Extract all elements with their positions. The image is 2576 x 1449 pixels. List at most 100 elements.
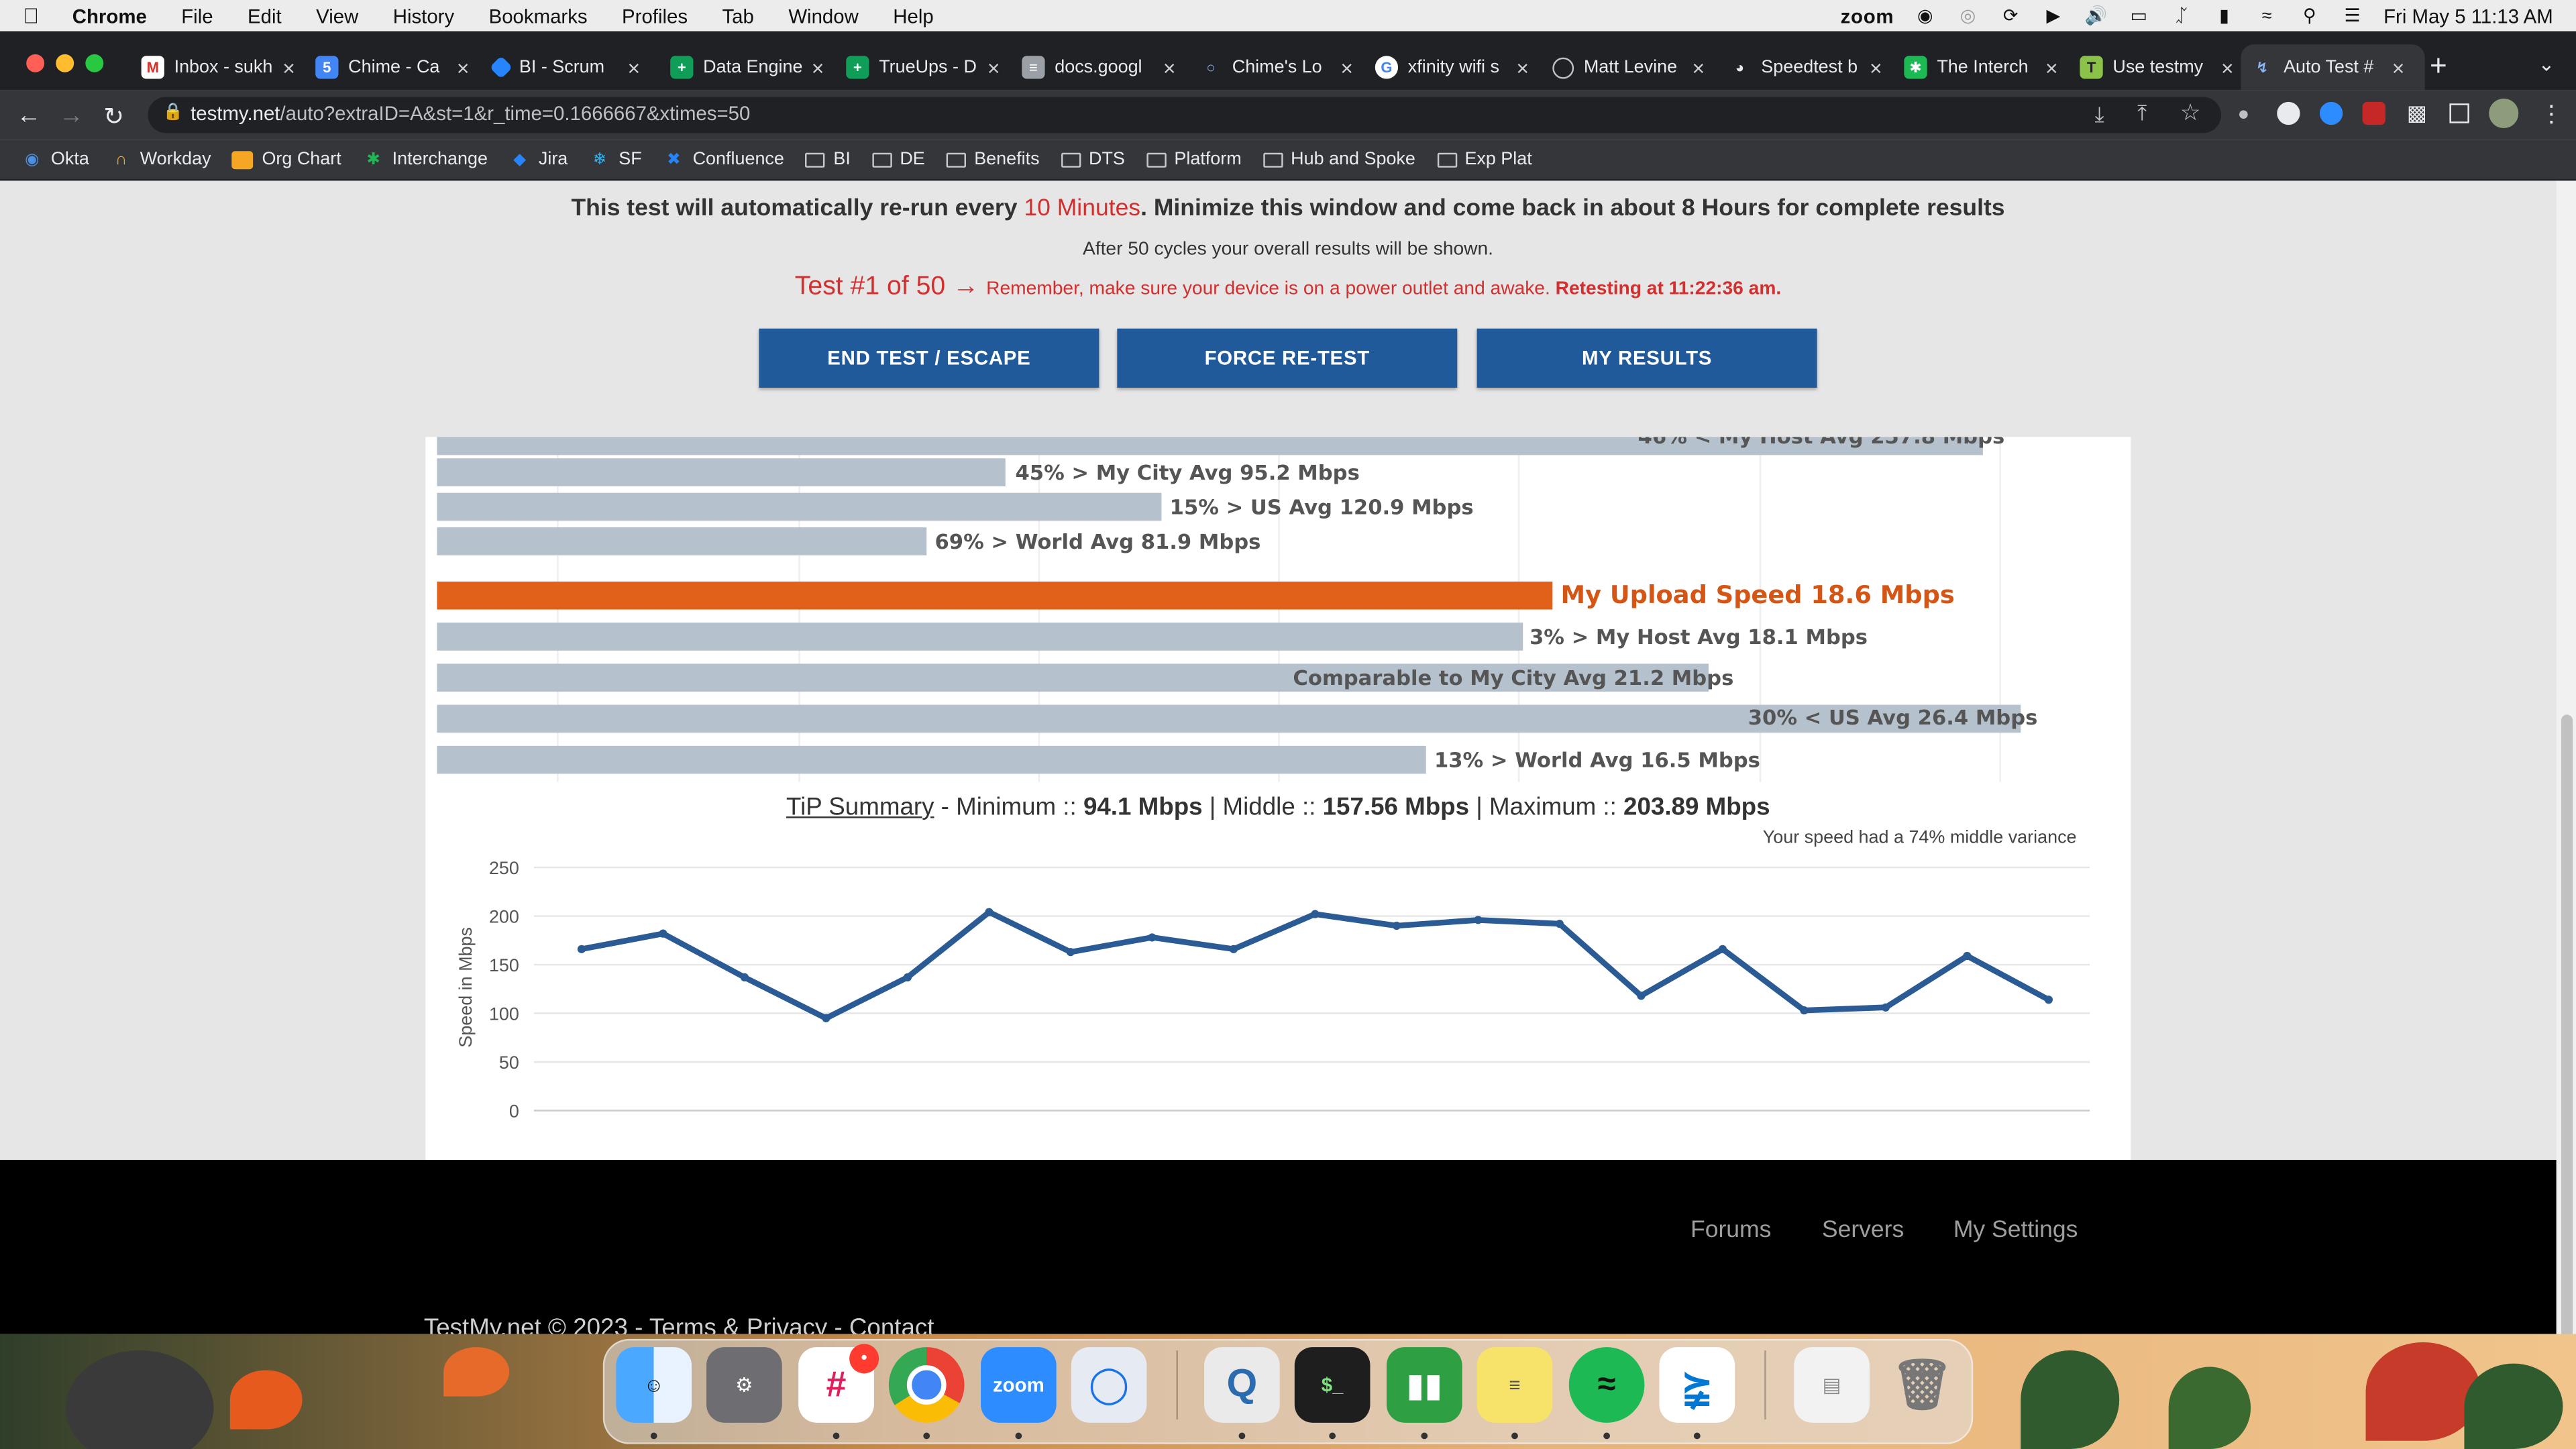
install-icon[interactable]: ⤓ bbox=[2094, 102, 2104, 128]
bookmark-confluence[interactable]: ✖ Confluence bbox=[663, 150, 784, 169]
chart-data-point[interactable] bbox=[740, 973, 749, 982]
bluetooth-icon[interactable]: ᛢ bbox=[2170, 6, 2193, 25]
quicktime-icon[interactable]: Q bbox=[1204, 1347, 1280, 1423]
chart-data-point[interactable] bbox=[1392, 921, 1401, 930]
bookmark-folder-hub-and-spoke[interactable]: Hub and Spoke bbox=[1263, 150, 1415, 169]
profile-avatar[interactable] bbox=[2489, 98, 2519, 129]
share-icon[interactable]: ⤒ bbox=[2137, 100, 2147, 126]
menu-help[interactable]: Help bbox=[893, 4, 933, 27]
chart-data-point[interactable] bbox=[659, 929, 667, 938]
bookmark-folder-dts[interactable]: DTS bbox=[1061, 150, 1125, 169]
minimize-window-button[interactable] bbox=[56, 54, 74, 72]
zoom-window-button[interactable] bbox=[85, 54, 104, 72]
tip-summary-link[interactable]: TiP Summary bbox=[786, 794, 934, 822]
finder-icon[interactable]: ☺ bbox=[616, 1347, 692, 1423]
close-tab-icon[interactable]: × bbox=[2045, 55, 2058, 80]
close-tab-icon[interactable]: × bbox=[1340, 55, 1353, 80]
tab-auto-test-active[interactable]: ↯ Auto Test # × bbox=[2241, 44, 2425, 91]
notes-icon[interactable]: ≡ bbox=[1477, 1347, 1553, 1423]
url-text[interactable]: testmy.net/auto?extraID=A&st=1&r_time=0.… bbox=[191, 102, 750, 125]
menu-history[interactable]: History bbox=[393, 4, 454, 27]
forward-arrow-icon[interactable]: → bbox=[59, 102, 84, 130]
trash-icon[interactable]: 🗑 bbox=[1884, 1347, 1960, 1423]
chart-data-point[interactable] bbox=[2044, 996, 2053, 1004]
adblock-icon[interactable] bbox=[2362, 101, 2385, 125]
tab-calendar[interactable]: 5 Chime - Ca × bbox=[306, 44, 480, 91]
kebab-menu-icon[interactable]: ⋮ bbox=[2540, 100, 2563, 128]
close-tab-icon[interactable]: × bbox=[2221, 55, 2234, 80]
close-tab-icon[interactable]: × bbox=[2392, 55, 2405, 80]
footer-link-servers[interactable]: Servers bbox=[1822, 1218, 1904, 1244]
menu-tab[interactable]: Tab bbox=[722, 4, 753, 27]
tab-xfinity[interactable]: G xfinity wifi s × bbox=[1365, 44, 1540, 91]
footer-link-my-settings[interactable]: My Settings bbox=[1953, 1218, 2078, 1244]
close-tab-icon[interactable]: × bbox=[628, 55, 641, 80]
terminal-icon[interactable]: $_ bbox=[1294, 1347, 1371, 1423]
tab-interchange[interactable]: ✱ The Interch × bbox=[1894, 44, 2069, 91]
chart-data-point[interactable] bbox=[577, 945, 586, 953]
wifi-icon[interactable]: ≈ bbox=[2255, 6, 2278, 25]
battery-icon[interactable]: ▮ bbox=[2212, 6, 2235, 26]
bookmark-folder-de[interactable]: DE bbox=[871, 150, 925, 169]
menu-app-chrome[interactable]: Chrome bbox=[72, 4, 147, 27]
zoom-icon[interactable]: zoom bbox=[981, 1347, 1057, 1423]
reload-icon[interactable]: ↻ bbox=[103, 102, 124, 131]
apple-menu-icon[interactable]:  bbox=[23, 3, 49, 28]
tab-inbox[interactable]: M Inbox - sukh × bbox=[131, 44, 312, 91]
bookmark-jira[interactable]: ◆ Jira bbox=[509, 150, 568, 169]
menu-window[interactable]: Window bbox=[788, 4, 859, 27]
extension-circle-icon[interactable]: ● bbox=[2238, 102, 2250, 125]
close-window-button[interactable] bbox=[26, 54, 45, 72]
control-center-icon[interactable]: ☰ bbox=[2341, 6, 2363, 26]
close-tab-icon[interactable]: × bbox=[1163, 55, 1176, 80]
tab-docs[interactable]: ≡ docs.googl × bbox=[1012, 44, 1187, 91]
bookmark-folder-benefits[interactable]: Benefits bbox=[946, 150, 1040, 169]
menu-bookmarks[interactable]: Bookmarks bbox=[489, 4, 588, 27]
1password-icon[interactable]: ◯ bbox=[1071, 1347, 1147, 1423]
page-scrollbar-thumb[interactable] bbox=[2561, 714, 2573, 1339]
bookmark-org-chart[interactable]: Org Chart bbox=[232, 150, 341, 169]
display-icon[interactable]: ▭ bbox=[2127, 6, 2150, 26]
spotlight-search-icon[interactable]: ⚲ bbox=[2298, 6, 2321, 26]
chart-data-point[interactable] bbox=[1881, 1003, 1890, 1012]
close-tab-icon[interactable]: × bbox=[1516, 55, 1529, 80]
chart-data-point[interactable] bbox=[1637, 991, 1646, 1000]
menu-file[interactable]: File bbox=[181, 4, 213, 27]
bookmark-sf[interactable]: ❄ SF bbox=[589, 150, 642, 169]
grammarly-icon[interactable] bbox=[2277, 101, 2300, 125]
sync-icon[interactable]: ⟳ bbox=[1999, 6, 2022, 26]
bookmark-okta[interactable]: ◉ Okta bbox=[21, 150, 89, 169]
zoom-status-label[interactable]: zoom bbox=[1841, 4, 1894, 27]
chart-data-point[interactable] bbox=[1555, 920, 1564, 928]
clock[interactable]: Fri May 5 11:13 AM bbox=[2383, 4, 2553, 27]
vscode-icon[interactable]: ⪶ bbox=[1659, 1347, 1735, 1423]
close-tab-icon[interactable]: × bbox=[987, 55, 1000, 80]
menu-edit[interactable]: Edit bbox=[248, 4, 282, 27]
play-icon[interactable]: ▶ bbox=[2042, 6, 2065, 26]
my-results-button[interactable]: MY RESULTS bbox=[1477, 328, 1817, 388]
bookmark-star-icon[interactable]: ☆ bbox=[2180, 99, 2201, 127]
close-tab-icon[interactable]: × bbox=[282, 55, 295, 80]
chart-data-point[interactable] bbox=[822, 1014, 830, 1022]
system-settings-icon[interactable]: ⚙ bbox=[706, 1347, 782, 1423]
close-tab-icon[interactable]: × bbox=[457, 55, 470, 80]
tab-bi-scrum[interactable]: BI - Scrum × bbox=[483, 44, 657, 91]
chart-data-point[interactable] bbox=[1718, 945, 1727, 953]
force-retest-button[interactable]: FORCE RE-TEST bbox=[1117, 328, 1458, 388]
lock-icon[interactable]: 🔒 bbox=[162, 103, 182, 121]
tab-trueups[interactable]: + TrueUps - D × bbox=[837, 44, 1011, 91]
spotify-icon[interactable]: ≈ bbox=[1568, 1347, 1645, 1423]
volume-icon[interactable]: 🔊 bbox=[2084, 6, 2108, 26]
back-arrow-icon[interactable]: ← bbox=[16, 102, 41, 130]
bookmark-folder-bi[interactable]: BI bbox=[805, 150, 851, 169]
side-panel-icon[interactable] bbox=[2449, 103, 2469, 123]
menu-profiles[interactable]: Profiles bbox=[622, 4, 688, 27]
footer-link-forums[interactable]: Forums bbox=[1690, 1218, 1771, 1244]
chart-data-point[interactable] bbox=[1066, 948, 1075, 957]
tab-use-testmy[interactable]: T Use testmy × bbox=[2070, 44, 2245, 91]
end-test-button[interactable]: END TEST / ESCAPE bbox=[759, 328, 1099, 388]
close-tab-icon[interactable]: × bbox=[812, 55, 824, 80]
chart-data-point[interactable] bbox=[903, 973, 912, 982]
chart-data-point[interactable] bbox=[1229, 945, 1238, 953]
tab-chimes-lo[interactable]: ○ Chime's Lo × bbox=[1189, 44, 1364, 91]
